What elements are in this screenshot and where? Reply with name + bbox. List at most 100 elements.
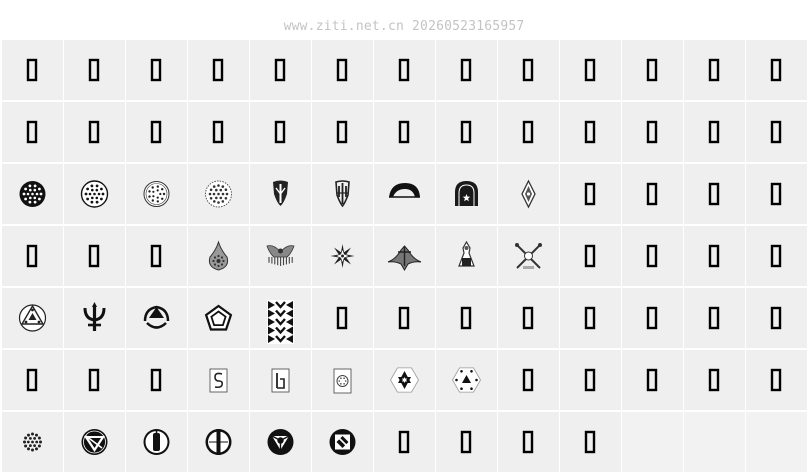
glyph-cell [250,412,311,472]
missing-glyph-icon [150,244,162,268]
glyph-cell [436,164,497,224]
glyph-cell [622,288,683,348]
glyph-cell [188,164,249,224]
glyph-cell [684,164,745,224]
glyph-cell [436,288,497,348]
missing-glyph-icon [584,58,596,82]
missing-glyph-icon [584,244,596,268]
glyph-cell [560,40,621,100]
glyph-cell [64,226,125,286]
gate-emblem-icon [455,181,478,206]
seal-card-emblem-icon [333,368,352,394]
glyph-cell [746,226,807,286]
glyph-cell [436,226,497,286]
missing-glyph-icon [150,368,162,392]
glyph-cell [622,226,683,286]
glyph-cell [250,288,311,348]
glyph-cell [312,350,373,410]
star-seal-filled-icon [19,181,46,207]
missing-glyph-icon [708,58,720,82]
missing-glyph-icon [460,306,472,330]
dot-rosette-emblem-icon [23,432,42,452]
glyph-grid [2,40,808,474]
missing-glyph-icon [274,120,286,144]
triangle-hexagon-emblem-icon [452,367,481,393]
glyph-cell [2,412,63,472]
diamond-emblem-icon [521,179,536,209]
glyph-cell [560,412,621,472]
glyph-cell [250,350,311,410]
glyph-cell [64,350,125,410]
missing-glyph-icon [646,244,658,268]
star-seal-dotted-icon [205,180,232,208]
s-card-emblem-icon [209,368,228,393]
glyph-cell [746,288,807,348]
missing-glyph-icon [584,182,596,206]
glyph-cell [374,102,435,162]
glyph-cell [436,350,497,410]
missing-glyph-icon [770,244,782,268]
glyph-cell [126,226,187,286]
glyph-cell [126,350,187,410]
glyph-cell [2,226,63,286]
glyph-cell [126,412,187,472]
missing-glyph-icon [336,120,348,144]
missing-glyph-icon [584,430,596,454]
missing-glyph-icon [708,120,720,144]
missing-glyph-icon [88,244,100,268]
crossed-emblem-icon [515,243,542,269]
missing-glyph-icon [274,58,286,82]
glyph-cell [374,40,435,100]
pentagon-emblem-icon [204,304,233,331]
glyph-cell [188,288,249,348]
missing-glyph-icon [398,120,410,144]
glyph-cell [622,350,683,410]
missing-glyph-icon [584,306,596,330]
winged-emblem-icon [266,245,295,266]
missing-glyph-icon [584,120,596,144]
trefoil-disc-emblem-icon [267,429,294,455]
glyph-cell [2,102,63,162]
glyph-cell [250,164,311,224]
glyph-cell [560,350,621,410]
glyph-cell [126,102,187,162]
glyph-cell [684,288,745,348]
glyph-cell [684,102,745,162]
glyph-cell [560,164,621,224]
missing-glyph-icon [336,58,348,82]
missing-glyph-icon [522,120,534,144]
empty-cell [622,412,683,472]
glyph-cell [684,350,745,410]
glyph-cell [126,40,187,100]
missing-glyph-icon [770,182,782,206]
glyph-cell [560,226,621,286]
glyph-cell [312,412,373,472]
glyph-cell [64,40,125,100]
shield-emblem-icon [273,180,288,206]
missing-glyph-icon [708,182,720,206]
star-seal-light-icon [143,181,170,207]
watermark: www.ziti.net.cn 20260523165957 [283,19,525,34]
glyph-cell [498,412,559,472]
missing-glyph-icon [646,120,658,144]
glyph-cell [250,102,311,162]
triangle-disc-emblem-icon [81,429,108,455]
missing-glyph-icon [770,58,782,82]
glyph-cell [64,288,125,348]
triangle-circle-emblem-icon [18,304,47,332]
missing-glyph-icon [398,58,410,82]
missing-glyph-icon [212,58,224,82]
missing-glyph-icon [522,430,534,454]
glyph-cell [2,40,63,100]
missing-glyph-icon [646,368,658,392]
glyph-cell [436,412,497,472]
glyph-cell [250,226,311,286]
missing-glyph-icon [150,120,162,144]
glyph-cell [188,102,249,162]
glyph-cell [374,288,435,348]
ship-emblem-icon [387,245,422,271]
arch-emblem-icon [389,183,420,198]
glyph-cell [64,412,125,472]
glyph-cell [436,40,497,100]
glyph-cell [312,226,373,286]
